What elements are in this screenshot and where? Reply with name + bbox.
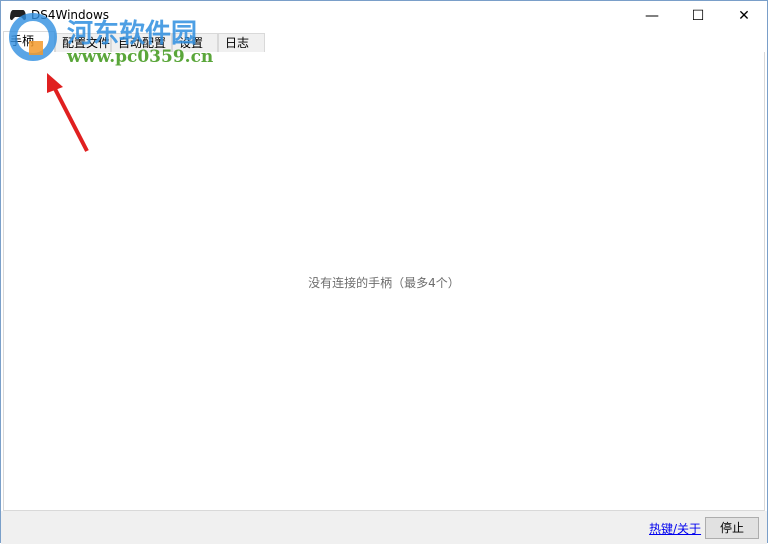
tab-auto-profiles[interactable]: 自动配置 xyxy=(111,33,172,53)
window-title: DS4Windows xyxy=(31,8,110,22)
minimize-button[interactable]: — xyxy=(629,1,675,31)
controllers-panel: 没有连接的手柄（最多4个） xyxy=(3,52,765,511)
stop-button[interactable]: 停止 xyxy=(705,517,759,539)
title-bar: DS4Windows — ☐ ✕ xyxy=(1,1,767,31)
tab-settings[interactable]: 设置 xyxy=(172,33,218,53)
status-bar: 热键/关于 停止 xyxy=(1,511,767,544)
no-controllers-message: 没有连接的手柄（最多4个） xyxy=(308,276,460,290)
maximize-button[interactable]: ☐ xyxy=(675,1,721,31)
red-arrow-annotation xyxy=(47,73,89,152)
tab-profiles[interactable]: 配置文件 xyxy=(55,33,111,53)
tab-controllers[interactable]: 手柄 xyxy=(3,31,55,53)
tab-log[interactable]: 日志 xyxy=(218,33,265,53)
close-button[interactable]: ✕ xyxy=(721,1,767,31)
gamepad-icon xyxy=(10,10,26,21)
hotkeys-about-link[interactable]: 热键/关于 xyxy=(649,520,705,537)
tab-bar: 手柄 配置文件 自动配置 设置 日志 xyxy=(3,31,765,53)
